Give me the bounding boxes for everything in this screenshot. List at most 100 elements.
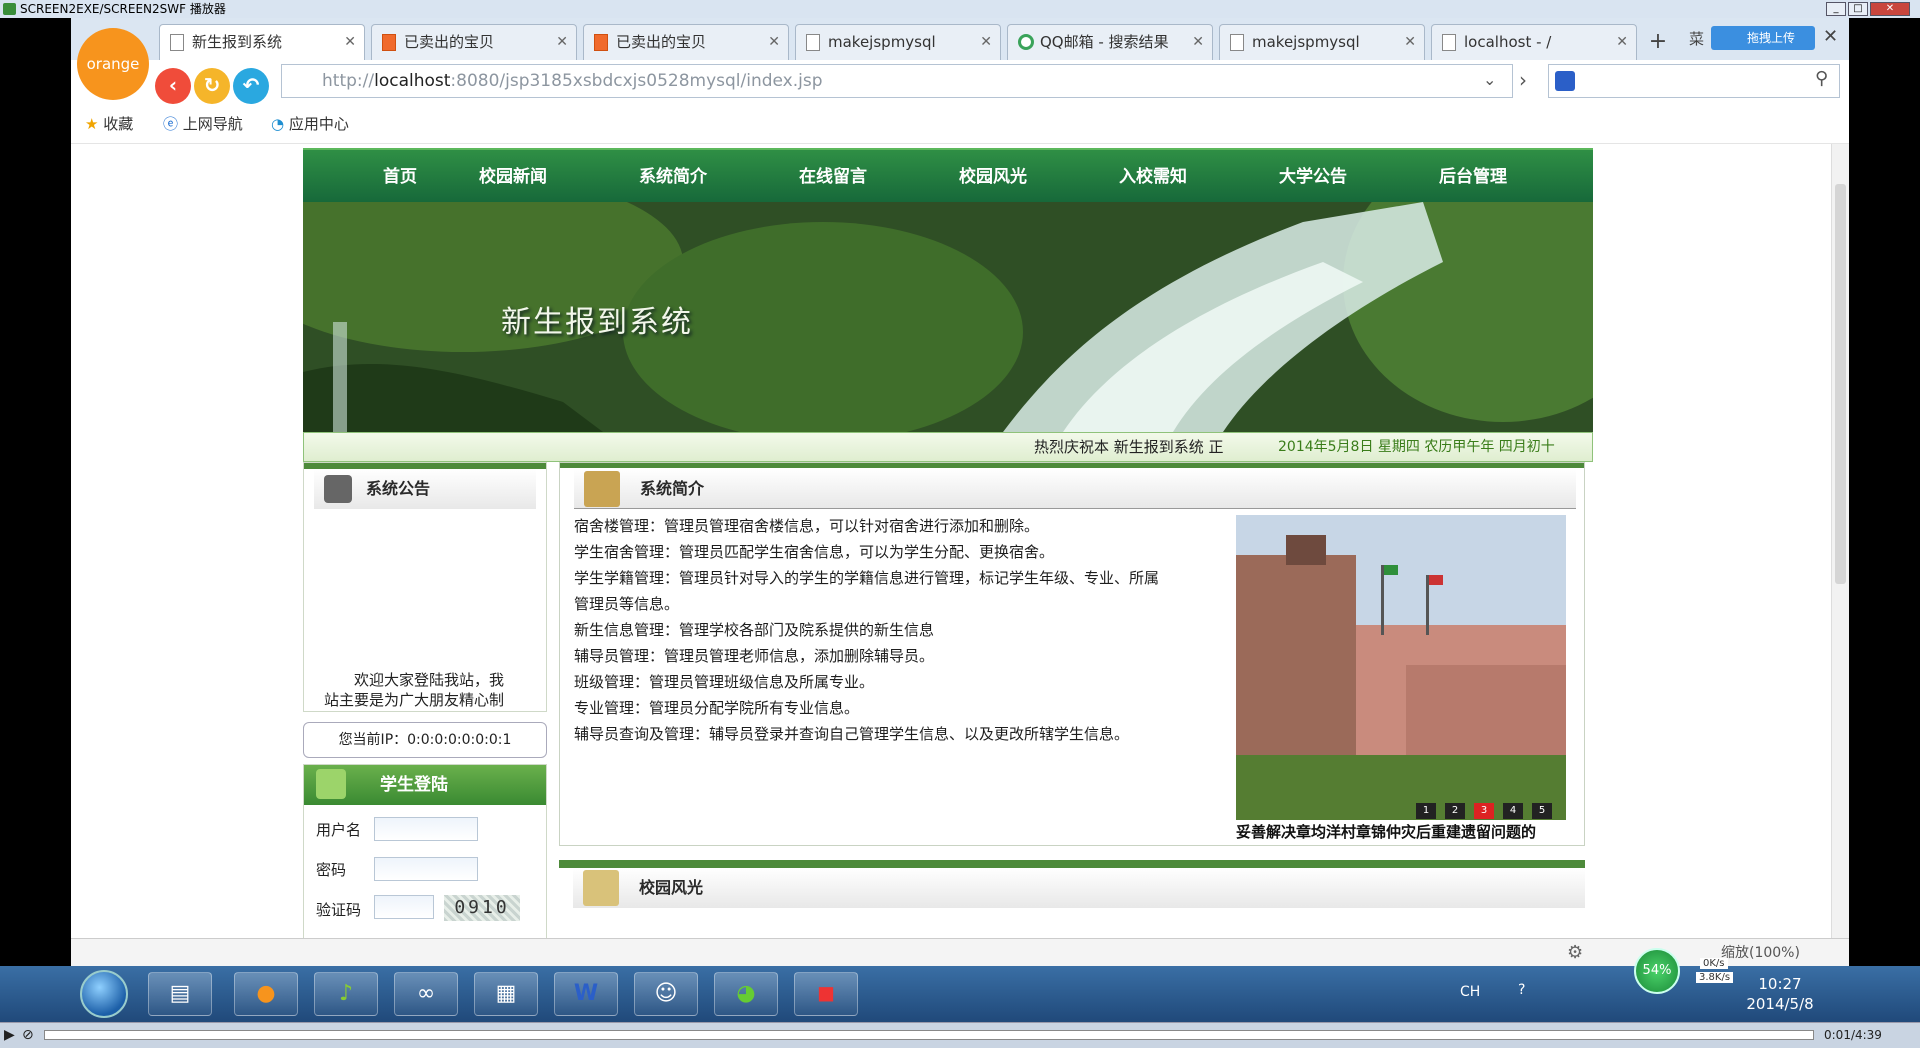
upload-label: 拖拽上传 <box>1747 31 1796 45</box>
itunes-like-icon[interactable]: ♪ <box>314 972 378 1016</box>
nav-news[interactable]: 校园新闻 <box>479 150 547 204</box>
close-icon[interactable]: ✕ <box>1192 25 1204 59</box>
tab-2[interactable]: 已卖出的宝贝 ✕ <box>583 24 789 60</box>
slide-page-1[interactable]: 1 <box>1416 803 1436 819</box>
nav-admin[interactable]: 后台管理 <box>1439 150 1507 204</box>
green-app-icon[interactable]: ◕ <box>714 972 778 1016</box>
page-icon <box>806 34 820 51</box>
stop-icon[interactable]: ⊘ <box>22 1023 34 1047</box>
orange-browser-icon[interactable]: ● <box>234 972 298 1016</box>
back-icon[interactable]: ‹ <box>155 68 191 104</box>
close-icon[interactable]: ✕ <box>344 25 356 59</box>
nav-home[interactable]: 首页 <box>383 150 417 204</box>
slide-page-4[interactable]: 4 <box>1503 803 1523 819</box>
close-button[interactable]: ✕ <box>1870 2 1910 16</box>
help-icon[interactable]: ? <box>1518 982 1525 998</box>
tab-4[interactable]: QQ邮箱 - 搜索结果 ✕ <box>1007 24 1213 60</box>
address-bar[interactable]: http://localhost:8080/jsp3185xsbdcxjs052… <box>281 64 1513 98</box>
close-icon[interactable]: ✕ <box>556 25 568 59</box>
search-input[interactable]: ⚲ <box>1548 64 1840 98</box>
page-viewport: 首页 校园新闻 系统简介 在线留言 校园风光 入校需知 大学公告 后台管理 新生… <box>71 144 1831 938</box>
archive-tool-icon[interactable]: ▦ <box>474 972 538 1016</box>
tab-label: makejspmysql <box>1252 33 1360 51</box>
refresh-icon[interactable]: ↻ <box>194 68 230 104</box>
intro-line-4: 新生信息管理：管理学校各部门及院系提供的新生信息 <box>574 621 935 639</box>
start-button[interactable] <box>80 970 128 1018</box>
photo-app-icon[interactable]: ☺ <box>634 972 698 1016</box>
battery-meter[interactable]: 54% <box>1634 948 1680 994</box>
close-window-icon[interactable]: ✕ <box>1823 26 1838 47</box>
forward-icon[interactable]: › <box>1519 68 1527 92</box>
system-clock[interactable]: 10:27 2014/5/8 <box>1740 974 1820 1014</box>
photo-caption[interactable]: 妥善解决章均洋村章锦仲灾后重建遗留问题的 <box>1236 821 1566 842</box>
intro-line-7: 专业管理：管理员分配学院所有专业信息。 <box>574 699 860 717</box>
notice-text-2: 站主要是为广大朋友精心制 <box>324 691 505 709</box>
close-icon[interactable]: ✕ <box>1616 25 1628 59</box>
bookmark-label: 应用中心 <box>288 115 349 133</box>
extra-tab-label[interactable]: 菜 <box>1689 28 1704 49</box>
waterfall-illustration <box>303 202 1593 432</box>
language-indicator[interactable]: CH <box>1460 984 1480 1000</box>
marquee-text: 热烈庆祝本 新生报到系统 正 <box>1034 438 1224 456</box>
chevron-down-icon[interactable]: ⌄ <box>1483 70 1496 89</box>
nav-enrollment-notice[interactable]: 入校需知 <box>1119 150 1187 204</box>
settings-icon[interactable]: ⚙ <box>1567 939 1583 966</box>
close-icon[interactable]: ✕ <box>768 25 780 59</box>
maximize-button[interactable]: □ <box>1848 2 1868 16</box>
nav-message[interactable]: 在线留言 <box>799 150 867 204</box>
player-title-text: SCREEN2EXE/SCREEN2SWF 播放器 <box>20 2 226 16</box>
word-icon[interactable]: W <box>554 972 618 1016</box>
campus-photo[interactable]: 1 2 3 4 5 <box>1236 515 1566 820</box>
scrollbar-thumb[interactable] <box>1835 184 1846 584</box>
nav-announcement[interactable]: 大学公告 <box>1279 150 1347 204</box>
play-icon[interactable]: ▶ <box>4 1023 15 1047</box>
slide-page-2[interactable]: 2 <box>1445 803 1465 819</box>
intro-title: 系统简介 <box>640 479 705 498</box>
vertical-scrollbar[interactable] <box>1831 144 1849 938</box>
upload-button[interactable]: 拖拽上传 <box>1711 26 1815 50</box>
notice-box: 系统公告 欢迎大家登陆我站，我 站主要是为广大朋友精心制 <box>303 462 547 712</box>
url-path: :8080/jsp3185xsbdcxjs0528mysql/index.jsp <box>450 71 823 91</box>
bookmark-apps[interactable]: ◔ 应用中心 <box>271 104 349 144</box>
close-icon[interactable]: ✕ <box>1404 25 1416 59</box>
minimize-button[interactable]: _ <box>1826 2 1846 16</box>
playback-time: 0:01/4:39 <box>1824 1028 1882 1042</box>
slide-page-3[interactable]: 3 <box>1474 803 1494 819</box>
tab-6[interactable]: localhost - / ✕ <box>1431 24 1637 60</box>
seek-bar[interactable] <box>44 1030 1814 1040</box>
username-field[interactable] <box>374 817 478 841</box>
red-app-icon[interactable]: ◼ <box>794 972 858 1016</box>
intro-line-3: 管理员等信息。 <box>574 595 680 613</box>
taobao-icon <box>382 34 396 51</box>
file-explorer-icon[interactable]: ▤ <box>148 972 212 1016</box>
page-icon <box>1230 34 1244 51</box>
gallery-topline <box>559 860 1585 868</box>
qq-icon <box>1018 34 1034 50</box>
undo-close-icon[interactable]: ↶ <box>233 68 269 104</box>
intro-line-5: 辅导员管理：管理员管理老师信息，添加删除辅导员。 <box>574 647 935 665</box>
bookmark-favorites[interactable]: ★ 收藏 <box>85 104 133 144</box>
slide-page-5[interactable]: 5 <box>1532 803 1552 819</box>
nav-scenery[interactable]: 校园风光 <box>959 150 1027 204</box>
nav-intro[interactable]: 系统简介 <box>639 150 707 204</box>
close-icon[interactable]: ✕ <box>980 25 992 59</box>
captcha-field[interactable] <box>374 895 434 919</box>
intro-line-1: 学生宿舍管理：管理员匹配学生宿舍信息，可以为学生分配、更换宿舍。 <box>574 543 1055 561</box>
captcha-image[interactable]: 0910 <box>444 895 520 921</box>
intro-line-6: 班级管理：管理员管理班级信息及所属专业。 <box>574 673 875 691</box>
tab-5[interactable]: makejspmysql ✕ <box>1219 24 1425 60</box>
password-field[interactable] <box>374 857 478 881</box>
zoom-level[interactable]: 缩放(100%) <box>1721 939 1800 966</box>
notice-title: 系统公告 <box>366 479 431 498</box>
search-icon[interactable]: ⚲ <box>1815 68 1828 89</box>
media-app-icon[interactable]: ∞ <box>394 972 458 1016</box>
tab-3[interactable]: makejspmysql ✕ <box>795 24 1001 60</box>
tab-1[interactable]: 已卖出的宝贝 ✕ <box>371 24 577 60</box>
bookmark-nav[interactable]: ⓔ 上网导航 <box>163 104 243 144</box>
banner-image: 新生报到系统 <box>303 202 1593 432</box>
browser-logo[interactable]: orange <box>77 28 149 100</box>
url-host: localhost <box>374 71 451 91</box>
tab-0[interactable]: 新生报到系统 ✕ <box>159 24 365 60</box>
scroll-icon <box>583 870 619 906</box>
new-tab-button[interactable]: + <box>1643 26 1673 58</box>
